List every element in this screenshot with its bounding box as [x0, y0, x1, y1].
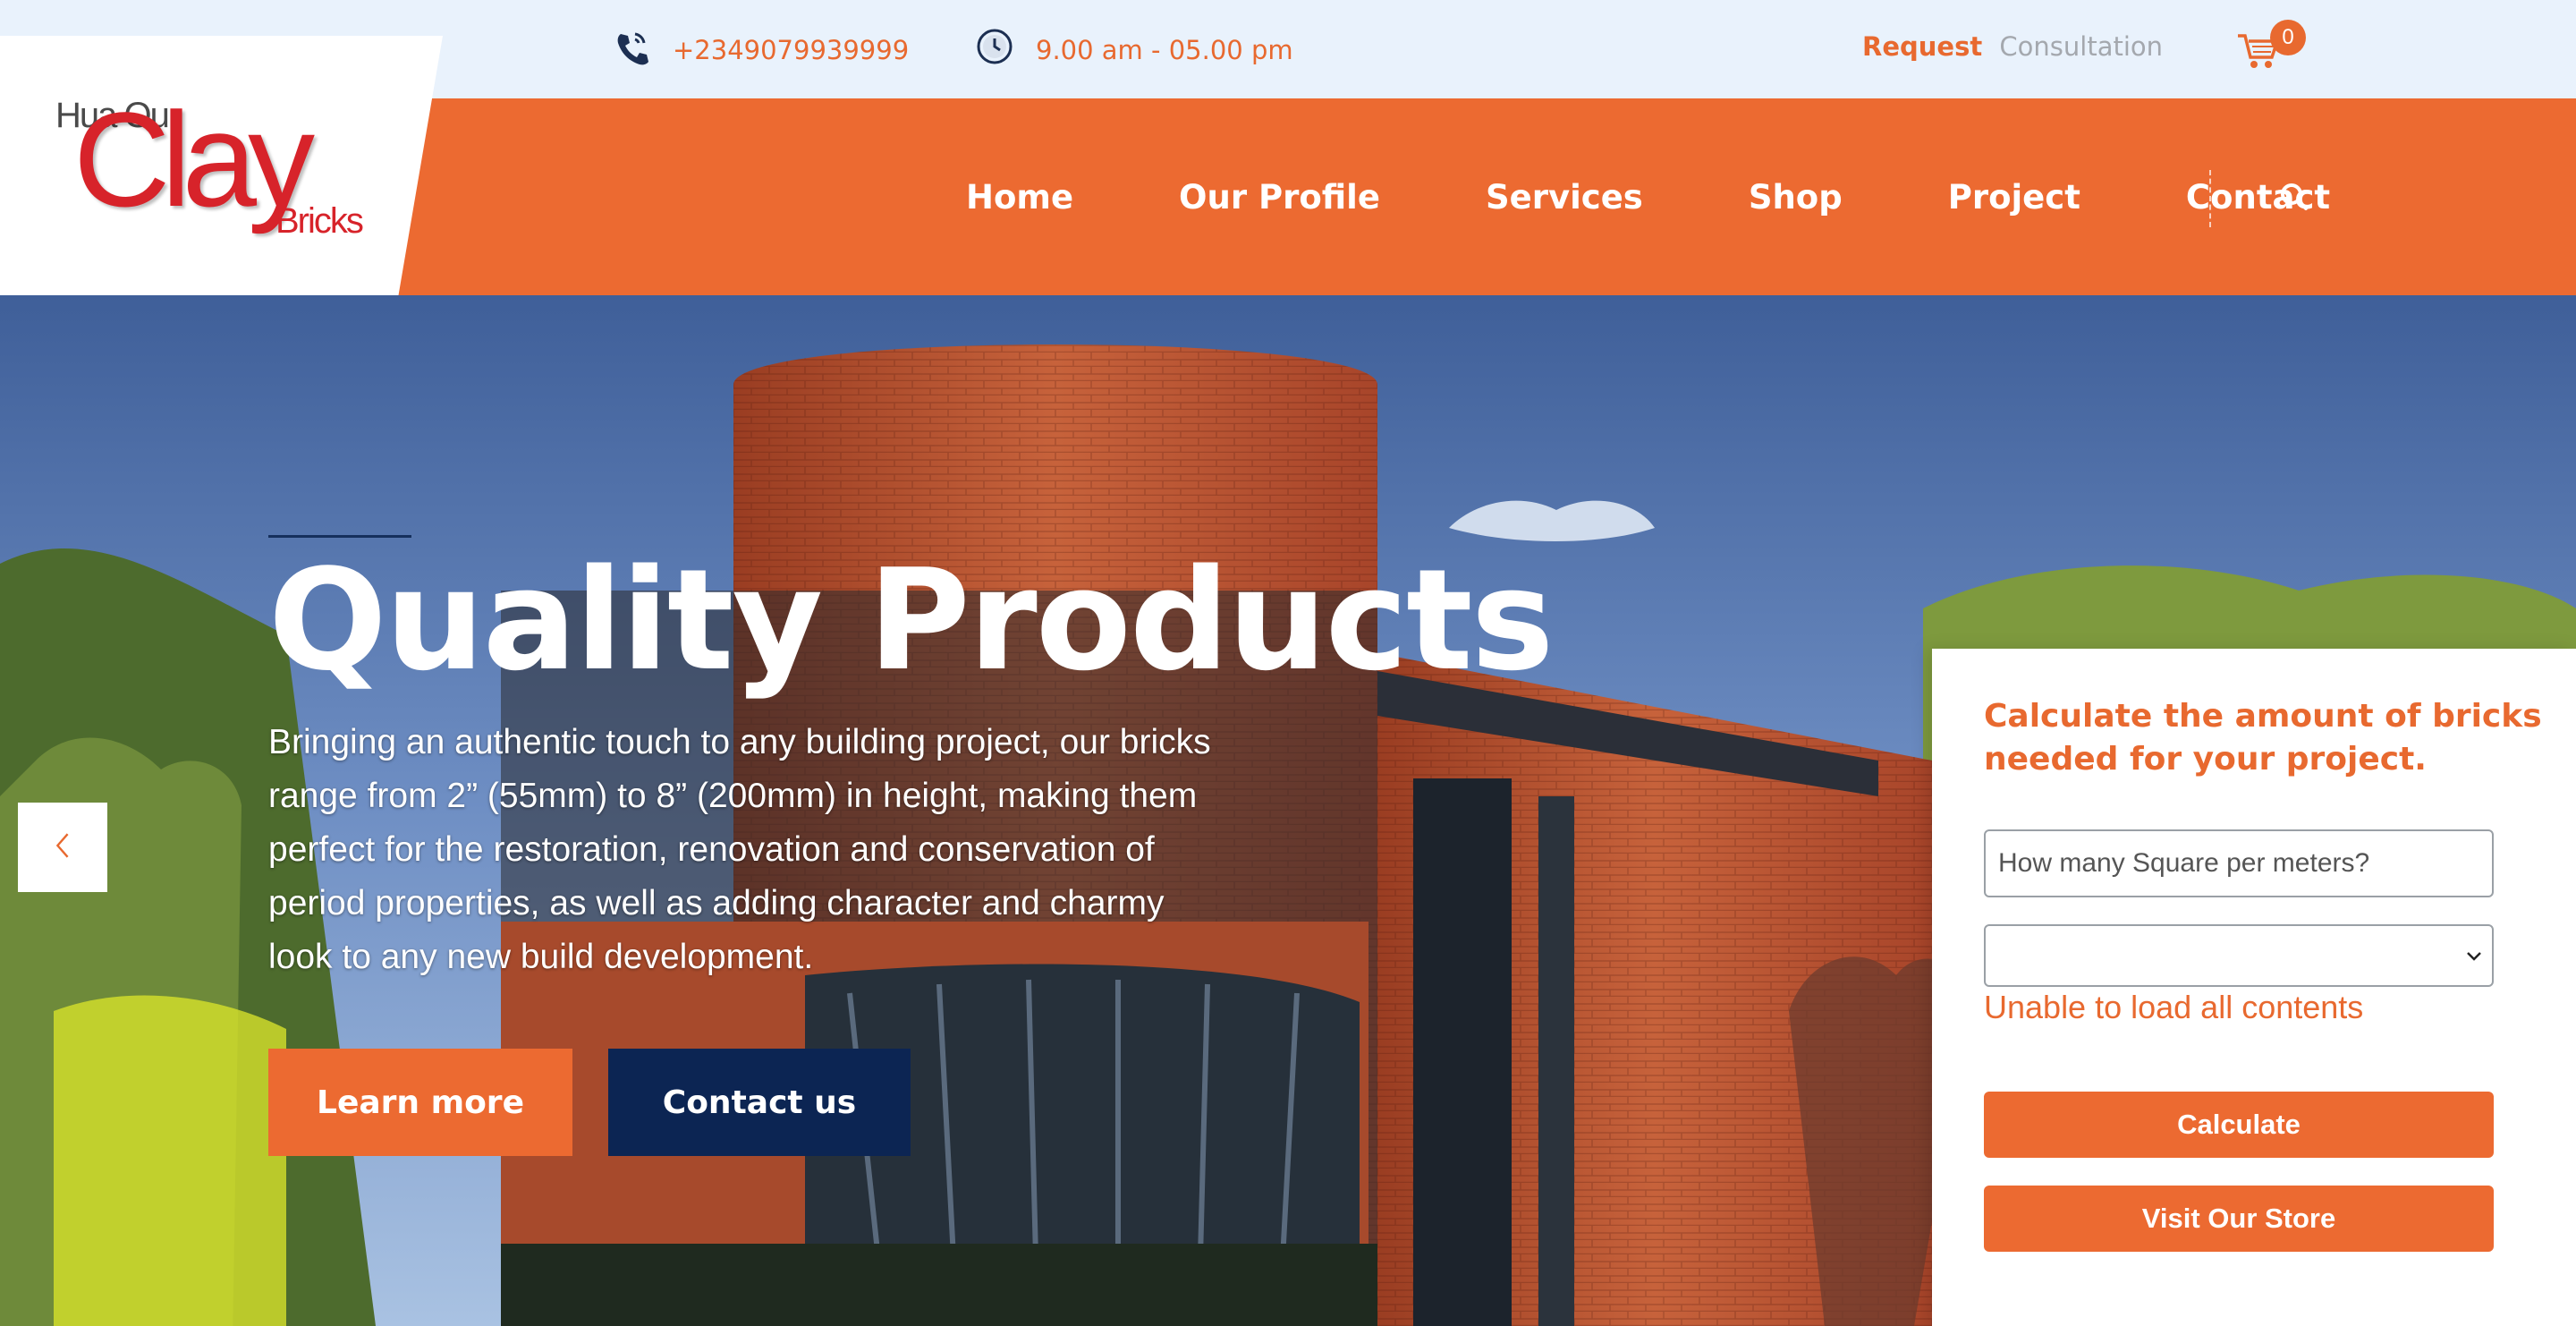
phone-number[interactable]: +2349079939999	[673, 35, 909, 65]
visit-store-button[interactable]: Visit Our Store	[1984, 1186, 2494, 1252]
hours-text: 9.00 am - 05.00 pm	[1036, 34, 1293, 65]
phone-icon	[612, 27, 651, 72]
brick-type-select[interactable]	[1984, 924, 2494, 987]
chevron-left-icon	[52, 829, 73, 866]
request-consultation-link[interactable]: Request Consultation	[1862, 31, 2163, 62]
slider-prev-button[interactable]	[18, 803, 107, 892]
request-label[interactable]: Request	[1862, 31, 1982, 62]
phone-contact[interactable]: +2349079939999	[612, 27, 909, 72]
calculator-error-message: Unable to load all contents	[1984, 989, 2364, 1025]
cart-button[interactable]: 0	[2236, 20, 2306, 73]
primary-nav: Home Our Profile Services Shop Project C…	[966, 98, 2330, 295]
nav-home[interactable]: Home	[966, 178, 1073, 217]
nav-project[interactable]: Project	[1948, 178, 2080, 217]
opening-hours: 9.00 am - 05.00 pm	[975, 27, 1293, 72]
learn-more-button[interactable]: Learn more	[268, 1049, 572, 1156]
brick-calculator-panel: Calculate the amount of bricks needed fo…	[1932, 649, 2576, 1326]
cart-count-badge: 0	[2270, 20, 2306, 55]
clock-icon	[975, 27, 1014, 72]
nav-shop[interactable]: Shop	[1749, 178, 1843, 217]
logo-line3: Bricks	[275, 201, 363, 241]
contact-us-button[interactable]: Contact us	[608, 1049, 911, 1156]
calculate-button[interactable]: Calculate	[1984, 1092, 2494, 1158]
hero-accent-line	[268, 535, 411, 538]
hero-title: Quality Products	[268, 539, 1555, 701]
hero-description: Bringing an authentic touch to any build…	[268, 723, 1211, 976]
nav-services[interactable]: Services	[1486, 178, 1643, 217]
square-meters-input[interactable]	[1984, 829, 2494, 897]
search-icon[interactable]	[2276, 179, 2312, 215]
nav-our-profile[interactable]: Our Profile	[1179, 178, 1380, 217]
site-logo[interactable]: Hua Ou Clay Bricks	[54, 72, 376, 251]
calculator-title: Calculate the amount of bricks needed fo…	[1984, 698, 2542, 778]
consultation-label[interactable]: Consultation	[1999, 31, 2163, 62]
nav-divider	[2209, 170, 2211, 227]
